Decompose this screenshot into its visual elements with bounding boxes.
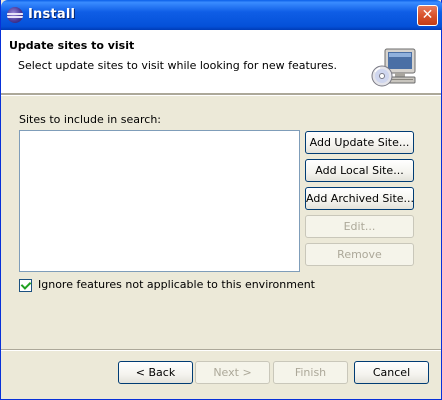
title-bar[interactable]: Install ✕ [1,0,442,30]
ignore-features-checkbox[interactable] [19,279,32,292]
ignore-features-label: Ignore features not applicable to this e… [38,278,315,291]
back-button[interactable]: < Back [118,361,193,384]
close-icon: ✕ [421,7,434,23]
computer-cd-icon [371,48,416,87]
install-dialog: Install ✕ Update sites to visit Select u… [0,0,442,400]
window-title: Install [28,7,76,22]
close-button[interactable]: ✕ [417,5,438,26]
cancel-button[interactable]: Cancel [354,361,429,384]
eclipse-icon [7,7,23,23]
add-local-site-button[interactable]: Add Local Site... [305,159,414,182]
footer-separator [1,349,441,351]
remove-button[interactable]: Remove [305,243,414,266]
header-separator [1,94,441,96]
sites-list[interactable] [19,130,300,272]
add-update-site-button[interactable]: Add Update Site... [305,131,414,154]
page-title: Update sites to visit [9,39,135,52]
page-description: Select update sites to visit while looki… [18,59,338,72]
finish-button[interactable]: Finish [273,361,348,384]
add-archived-site-button[interactable]: Add Archived Site... [305,187,414,210]
header-banner: Update sites to visit Select update site… [1,30,441,94]
next-button[interactable]: Next > [195,361,270,384]
sites-label: Sites to include in search: [19,113,162,126]
edit-button[interactable]: Edit... [305,215,414,238]
